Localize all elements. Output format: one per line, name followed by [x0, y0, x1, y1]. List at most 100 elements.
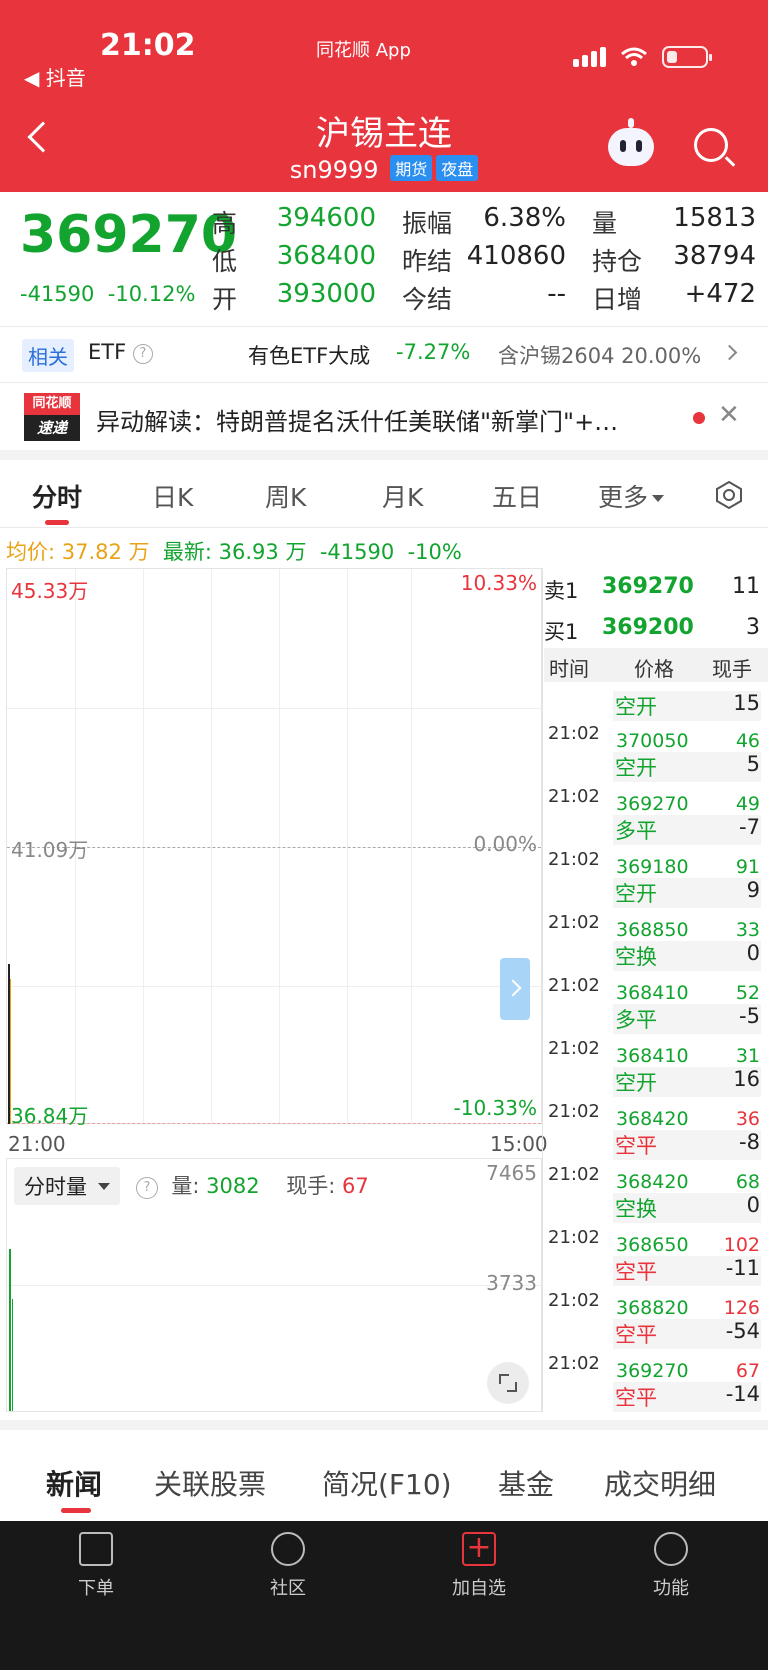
bid-price: 369200	[602, 615, 694, 640]
fullscreen-icon[interactable]	[487, 1362, 529, 1404]
axis-mid-percent: 0.00%	[473, 832, 537, 856]
trade-price: 368420	[616, 1108, 689, 1130]
axis-mid-price: 41.09万	[11, 838, 89, 862]
futures-tag: 期货	[390, 155, 433, 181]
close-icon[interactable]: ✕	[718, 400, 740, 430]
price-change: -41590 -10.12%	[20, 282, 195, 306]
back-to-app-link[interactable]: ◀ 抖音	[24, 62, 86, 91]
star-badge-icon[interactable]	[271, 1532, 305, 1566]
volume-label: 量	[592, 209, 618, 238]
add-icon[interactable]: +	[462, 1532, 496, 1566]
open-interest-value: 38794	[673, 241, 756, 271]
trade-type: 空开	[613, 878, 761, 908]
etf-change: -7.27%	[396, 340, 471, 364]
trade-time: 21:02	[548, 1038, 600, 1059]
trade-hand: 15	[733, 691, 760, 715]
expand-panel-arrow-icon[interactable]	[500, 958, 530, 1020]
intraday-chart[interactable]: 45.33万 10.33% 41.09万 0.00% 36.84万 -10.33…	[6, 568, 542, 1128]
axis-bottom-price: 36.84万	[11, 1104, 89, 1128]
trade-hand: -54	[725, 1319, 760, 1343]
prev-settle-value: 410860	[466, 241, 566, 271]
menu-icon[interactable]	[654, 1532, 688, 1566]
trade-time: 21:02	[548, 723, 600, 744]
etf-holding[interactable]: 含沪锡2604 20.00%	[498, 340, 701, 370]
tab-more[interactable]: 更多	[598, 478, 665, 514]
tab-funds[interactable]: 基金	[498, 1463, 554, 1503]
tab-weekly-k[interactable]: 周K	[265, 478, 306, 514]
help-icon[interactable]: ?	[136, 1177, 158, 1199]
amplitude-label: 振幅	[402, 209, 453, 238]
header-hand: 现手	[712, 657, 752, 681]
trade-time: 21:02	[548, 1227, 600, 1248]
grid-line	[347, 569, 348, 1123]
volume-type-select[interactable]: 分时量	[14, 1167, 120, 1205]
open-interest-label: 持仓	[592, 247, 643, 276]
trade-price: 368650	[616, 1234, 689, 1256]
volume-bar	[12, 1299, 13, 1411]
ai-assistant-robot-icon[interactable]	[608, 128, 654, 166]
wifi-icon	[621, 47, 647, 66]
news-ticker-text[interactable]: 异动解读：特朗普提名沃什任美联储"新掌门"+…	[96, 402, 676, 437]
trade-hand: 5	[746, 752, 760, 776]
settings-hexagon-icon[interactable]	[714, 480, 744, 510]
functions-button[interactable]: 功能	[631, 1574, 711, 1600]
bid-label: 买1	[544, 620, 579, 644]
volume-info-value: 3082	[206, 1174, 260, 1198]
grid-line	[7, 986, 541, 987]
tab-trade-details[interactable]: 成交明细	[604, 1463, 716, 1503]
trade-qty: 68	[735, 1171, 760, 1193]
tab-daily-k[interactable]: 日K	[152, 478, 193, 514]
tab-monthly-k[interactable]: 月K	[382, 478, 423, 514]
grid-line	[211, 569, 212, 1123]
trade-hand: 9	[746, 878, 760, 902]
trade-qty: 31	[735, 1045, 760, 1067]
axis-top-percent: 10.33%	[460, 571, 537, 595]
trade-price: 368420	[616, 1171, 689, 1193]
volume-info: ? 量: 3082 现手: 67	[136, 1170, 369, 1200]
divider	[0, 382, 768, 383]
tab-five-day[interactable]: 五日	[492, 478, 542, 514]
tab-related-stocks[interactable]: 关联股票	[154, 1463, 266, 1503]
contract-code-line: sn9999 期货 夜盘	[0, 155, 768, 184]
section-gap	[0, 1420, 768, 1430]
etf-label: ETF ?	[88, 340, 153, 364]
tab-intraday[interactable]: 分时	[32, 478, 82, 514]
trade-time: 21:02	[548, 786, 600, 807]
average-price: 均价: 37.82 万	[6, 540, 150, 564]
trade-hand: -11	[725, 1256, 760, 1280]
volume-type-label: 分时量	[24, 1175, 87, 1199]
battery-icon	[662, 46, 712, 68]
trade-hand: 16	[733, 1067, 760, 1091]
help-icon[interactable]: ?	[132, 344, 153, 364]
header-bar: 21:02 ◀ 抖音 同花顺 App 沪锡主连 sn9999 期货 夜盘	[0, 0, 768, 192]
trade-time: 21:02	[548, 1290, 600, 1311]
ask-price: 369270	[602, 574, 694, 599]
panel-divider	[542, 568, 543, 1412]
trade-time: 21:02	[548, 1353, 600, 1374]
document-icon[interactable]	[79, 1532, 113, 1566]
tab-news[interactable]: 新闻	[46, 1463, 102, 1503]
search-icon[interactable]	[694, 128, 728, 162]
daily-increase-value: +472	[684, 279, 756, 309]
community-button[interactable]: 社区	[248, 1574, 328, 1600]
etf-name[interactable]: 有色ETF大成	[248, 340, 370, 370]
tab-profile-f10[interactable]: 简况(F10)	[322, 1463, 452, 1503]
low-value: 368400	[276, 241, 376, 271]
add-watchlist-button[interactable]: 加自选	[439, 1574, 519, 1600]
high-label: 高	[212, 209, 238, 238]
summary-percent: -10%	[407, 540, 462, 564]
trade-time: 21:02	[548, 975, 600, 996]
ask-label: 卖1	[544, 579, 579, 603]
chevron-right-icon[interactable]	[721, 344, 738, 361]
order-button[interactable]: 下单	[56, 1574, 136, 1600]
trade-hand: 0	[746, 1193, 760, 1217]
trade-qty: 46	[735, 730, 760, 752]
related-badge: 相关	[22, 339, 74, 372]
trade-qty: 91	[735, 856, 760, 878]
night-session-tag: 夜盘	[436, 155, 479, 181]
trade-price: 368820	[616, 1297, 689, 1319]
price-summary: 均价: 37.82 万 最新: 36.93 万 -41590 -10%	[6, 536, 462, 566]
latest-price: 最新: 36.93 万	[162, 540, 307, 564]
trade-hand: -5	[739, 1004, 760, 1028]
grid-line	[411, 569, 412, 1123]
